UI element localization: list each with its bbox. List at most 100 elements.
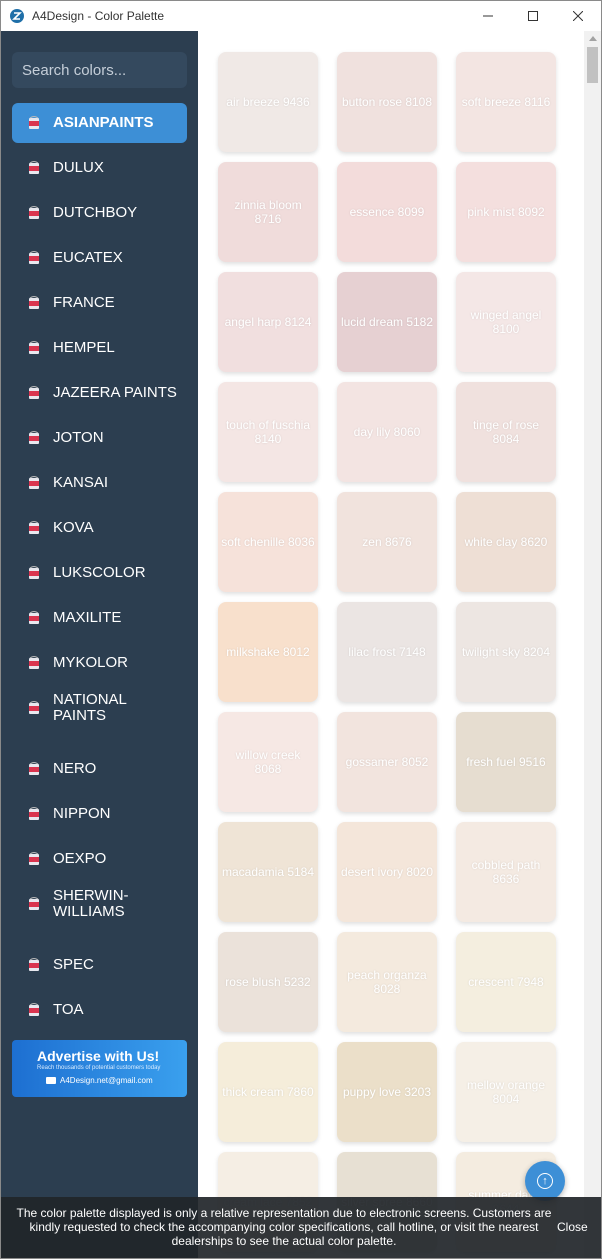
color-name: peach organza 8028 [347,968,427,996]
color-swatch[interactable]: angel harp 8124 [218,272,318,372]
color-swatch[interactable]: macadamia 5184 [218,822,318,922]
mail-icon [46,1077,56,1084]
title-bar: A4Design - Color Palette [1,1,601,31]
brand-item-jazeera-paints[interactable]: JAZEERA PAINTS [12,373,187,413]
brand-item-nippon[interactable]: NIPPON [12,794,187,834]
color-name: rose blush 5232 [225,975,311,989]
brand-label: SPEC [53,956,94,973]
paint-bucket-icon [29,807,39,820]
color-name: soft chenille 8036 [221,535,315,549]
brand-item-oexpo[interactable]: OEXPO [12,839,187,879]
color-swatch[interactable]: fresh fuel 9516 [456,712,556,812]
color-swatch[interactable]: winged angel 8100 [456,272,556,372]
search-input[interactable] [12,52,187,88]
scroll-thumb[interactable] [587,47,598,83]
maximize-button[interactable] [510,1,556,31]
brand-item-national-paints[interactable]: NATIONAL PAINTS [12,688,187,728]
color-swatch[interactable]: thick cream 7860 [218,1042,318,1142]
paint-bucket-icon [29,611,39,624]
brand-label: TOA [53,1001,84,1018]
brand-label: JOTON [53,429,104,446]
color-name: macadamia 5184 [221,865,315,879]
color-swatch[interactable]: soft chenille 8036 [218,492,318,592]
color-name: fresh fuel 9516 [466,755,546,769]
brand-item-mykolor[interactable]: MYKOLOR [12,643,187,683]
paint-bucket-icon [29,566,39,579]
brand-item-eucatex[interactable]: EUCATEX [12,238,187,278]
scroll-to-top-button[interactable]: ↑ [525,1161,565,1201]
scroll-up-icon[interactable] [589,36,597,41]
paint-bucket-icon [29,656,39,669]
paint-bucket-icon [29,521,39,534]
paint-bucket-icon [29,341,39,354]
color-swatch[interactable]: day lily 8060 [337,382,437,482]
color-swatch[interactable]: white clay 8620 [456,492,556,592]
color-swatch[interactable]: puppy love 3203 [337,1042,437,1142]
color-swatch[interactable]: essence 8099 [337,162,437,262]
color-swatch[interactable]: pink mist 8092 [456,162,556,262]
scrollbar[interactable] [584,31,601,1258]
brand-label: KOVA [53,519,94,536]
brand-label: NIPPON [53,805,111,822]
color-swatch[interactable]: air breeze 9436 [218,52,318,152]
brand-item-dulux[interactable]: DULUX [12,148,187,188]
close-window-button[interactable] [555,1,601,31]
color-swatch[interactable]: crescent 7948 [456,932,556,1032]
brand-label: HEMPEL [53,339,115,356]
color-swatch[interactable]: zinnia bloom 8716 [218,162,318,262]
brand-item-kova[interactable]: KOVA [12,508,187,548]
brand-item-toa[interactable]: TOA [12,990,187,1030]
close-disclaimer-button[interactable]: Close [557,1220,588,1234]
color-swatch[interactable]: lilac frost 7148 [337,602,437,702]
minimize-button[interactable] [465,1,511,31]
paint-bucket-icon [29,701,39,714]
brand-label: ASIANPAINTS [53,114,154,131]
color-swatch[interactable]: willow creek 8068 [218,712,318,812]
ad-title: Advertise with Us! [37,1048,160,1064]
color-name: gossamer 8052 [345,755,429,769]
brand-item-lukscolor[interactable]: LUKSCOLOR [12,553,187,593]
color-swatch[interactable]: soft breeze 8116 [456,52,556,152]
color-name: pink mist 8092 [467,205,545,219]
brand-item-spec[interactable]: SPEC [12,945,187,985]
color-swatch[interactable]: twilight sky 8204 [456,602,556,702]
color-swatch[interactable]: button rose 8108 [337,52,437,152]
color-name: cobbled path 8636 [471,858,541,886]
paint-bucket-icon [29,852,39,865]
window-title: A4Design - Color Palette [32,9,165,23]
paint-bucket-icon [29,431,39,444]
brand-item-sherwin-williams[interactable]: SHERWIN-WILLIAMS [12,884,187,924]
brand-label: KANSAI [53,474,109,491]
color-swatch[interactable]: peach organza 8028 [337,932,437,1032]
paint-bucket-icon [29,296,39,309]
advertise-banner[interactable]: Advertise with Us! Reach thousands of po… [12,1040,187,1097]
brand-item-nero[interactable]: NERO [12,749,187,789]
color-swatch[interactable]: touch of fuschia 8140 [218,382,318,482]
brand-item-kansai[interactable]: KANSAI [12,463,187,503]
color-swatch[interactable]: gossamer 8052 [337,712,437,812]
app-window: A4Design - Color Palette ASIANPAINTS DULU… [0,0,602,1259]
color-swatch[interactable]: lucid dream 5182 [337,272,437,372]
color-name: crescent 7948 [468,975,544,989]
brand-label: NERO [53,760,97,777]
color-swatch[interactable]: cobbled path 8636 [456,822,556,922]
color-swatch[interactable]: milkshake 8012 [218,602,318,702]
brand-item-joton[interactable]: JOTON [12,418,187,458]
color-swatch[interactable]: tinge of rose 8084 [456,382,556,482]
brand-item-france[interactable]: FRANCE [12,283,187,323]
paint-bucket-icon [29,476,39,489]
color-swatch[interactable]: zen 8676 [337,492,437,592]
brand-label: MYKOLOR [53,654,129,671]
color-swatch[interactable]: rose blush 5232 [218,932,318,1032]
brand-item-asianpaints[interactable]: ASIANPAINTS [12,103,187,143]
brand-label: NATIONAL PAINTS [53,691,127,724]
brand-item-dutchboy[interactable]: DUTCHBOY [12,193,187,233]
brand-item-hempel[interactable]: HEMPEL [12,328,187,368]
brand-label: MAXILITE [53,609,122,626]
brand-item-maxilite[interactable]: MAXILITE [12,598,187,638]
color-swatch[interactable]: desert ivory 8020 [337,822,437,922]
paint-bucket-icon [29,251,39,264]
color-name: willow creek 8068 [235,748,301,776]
disclaimer-text: The color palette displayed is only a re… [16,1206,552,1248]
color-swatch[interactable]: mellow orange 8004 [456,1042,556,1142]
